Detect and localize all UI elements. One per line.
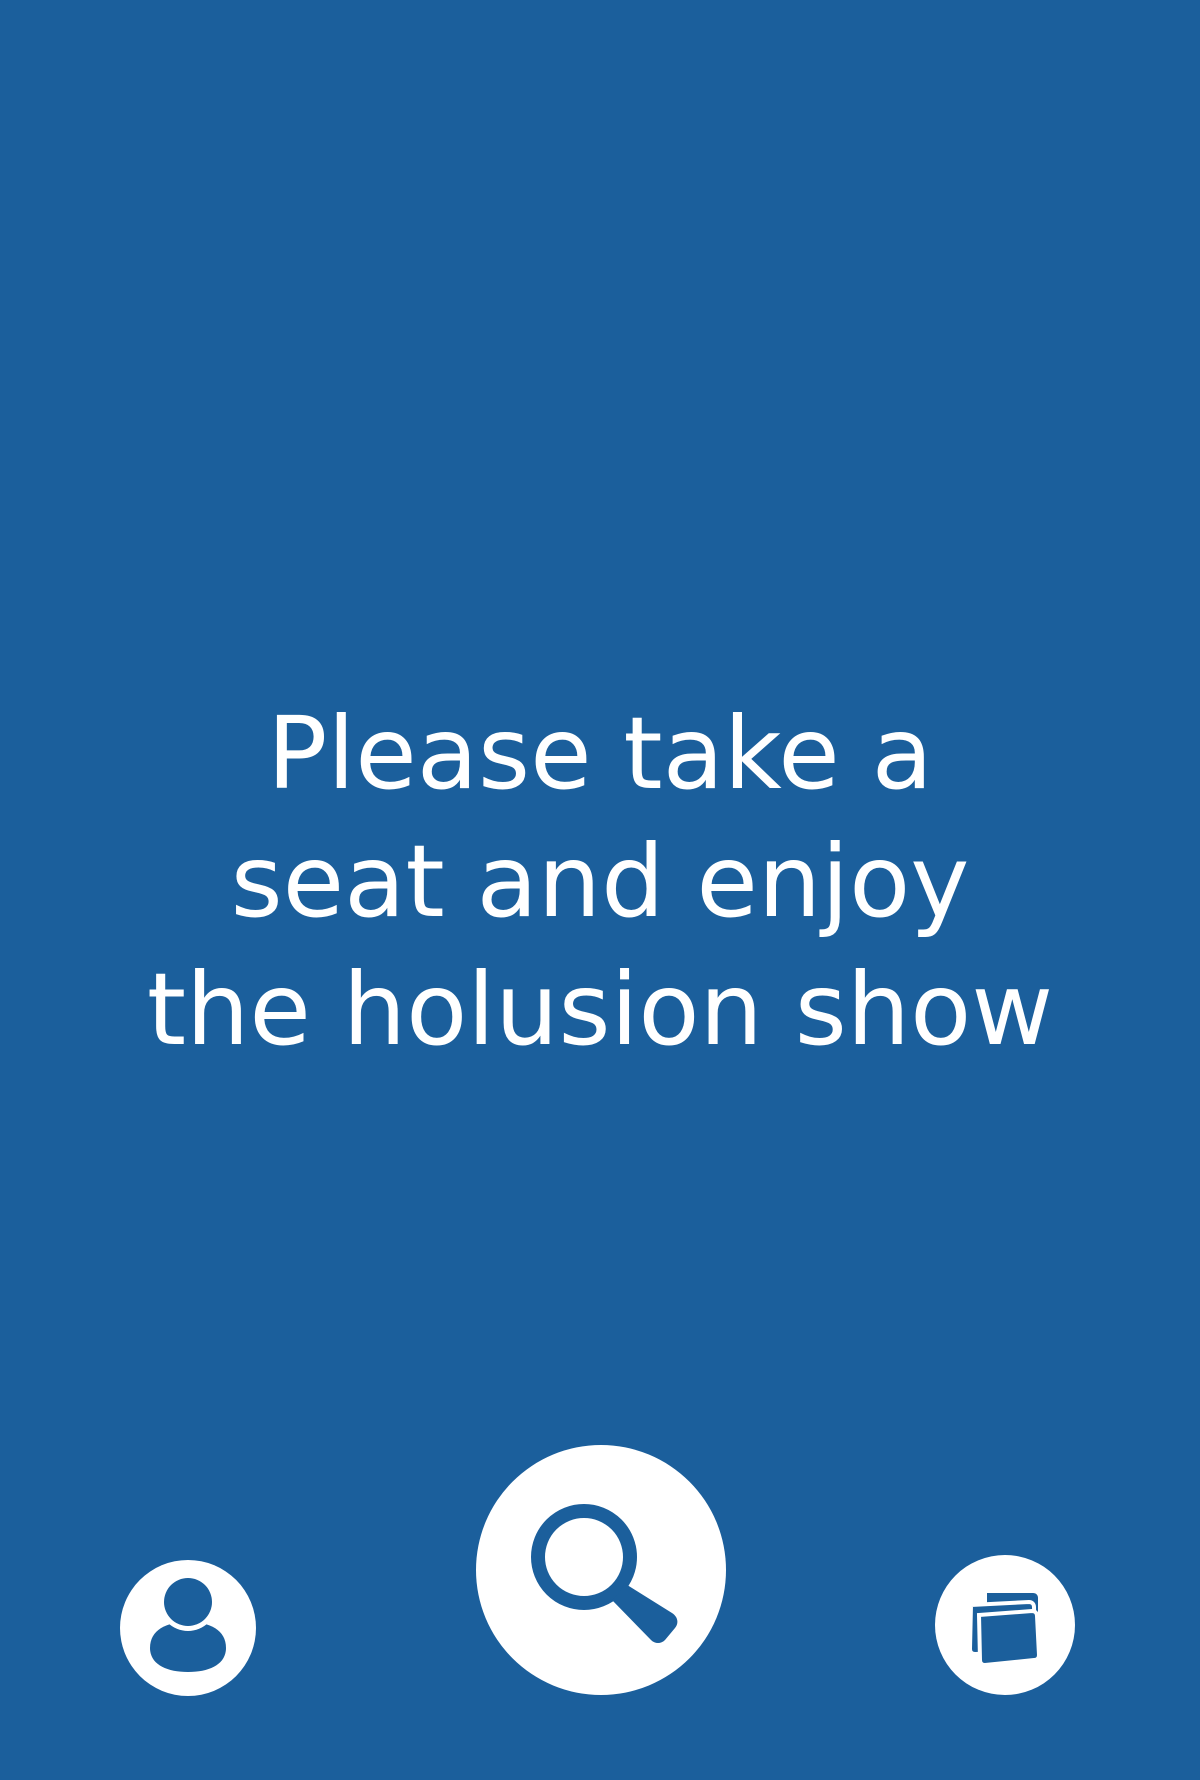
message-line-1: Please take a	[267, 695, 933, 812]
message-line-2: seat and enjoy	[230, 823, 970, 940]
message-line-3: the holusion show	[146, 951, 1054, 1068]
welcome-message: Please take a seat and enjoy the holusio…	[0, 690, 1200, 1074]
profile-button[interactable]	[120, 1560, 256, 1696]
magnifier-icon	[531, 1504, 678, 1643]
user-icon	[150, 1573, 226, 1672]
app-screen: Please take a seat and enjoy the holusio…	[0, 0, 1200, 1780]
cards-icon	[967, 1593, 1042, 1668]
gallery-button[interactable]	[935, 1555, 1075, 1695]
search-button[interactable]	[476, 1445, 726, 1695]
